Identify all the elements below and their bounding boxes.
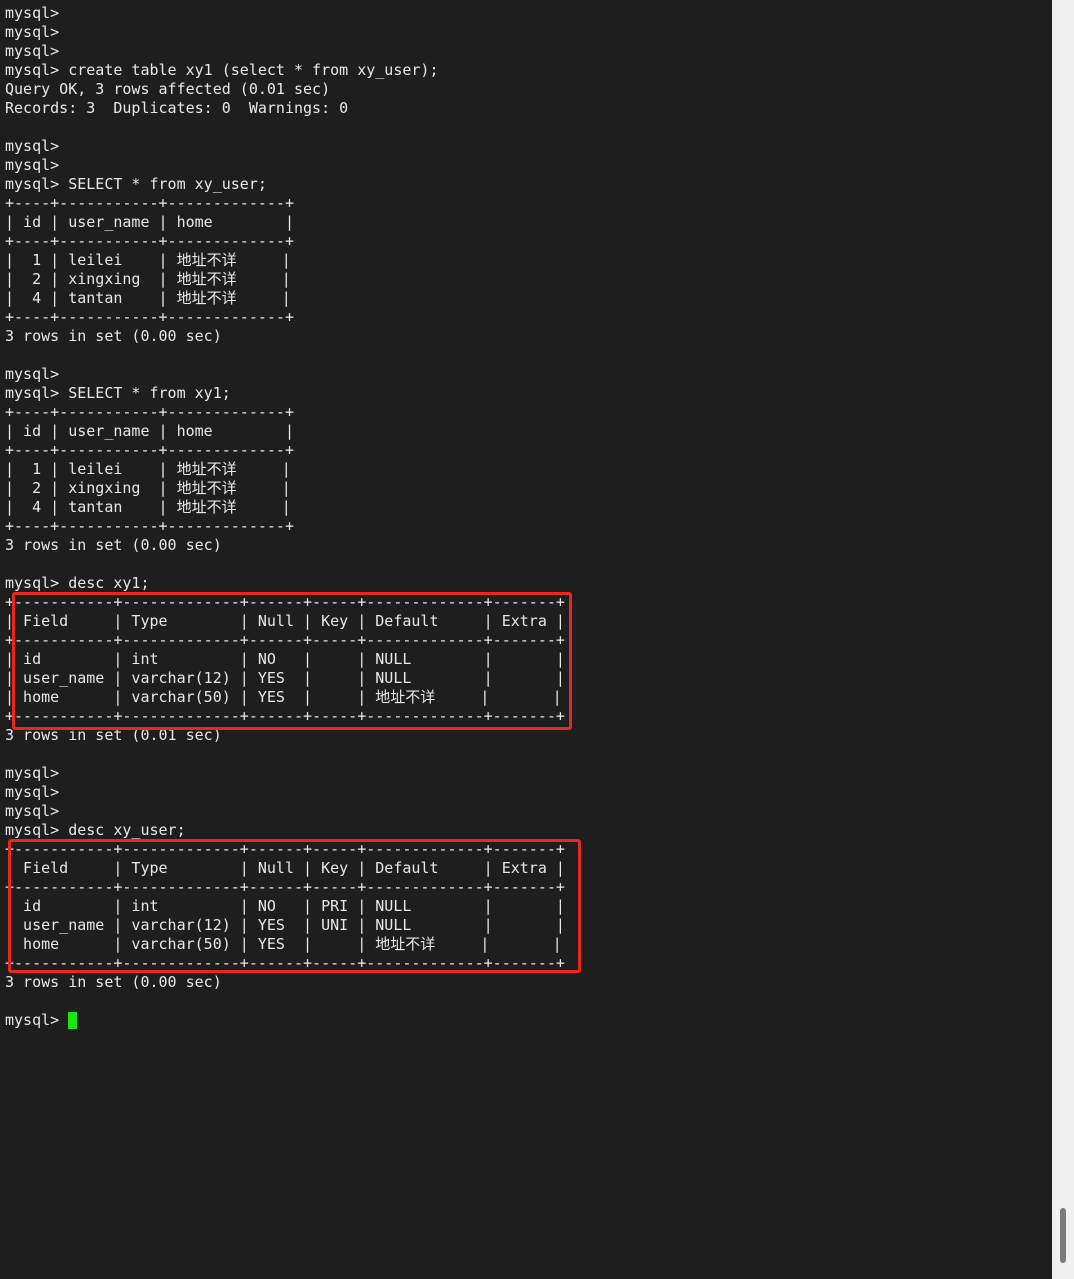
terminal-line: mysql> SELECT * from xy1; xyxy=(5,384,231,402)
scrollbar-thumb[interactable] xyxy=(1060,1208,1066,1263)
terminal-line: mysql> desc xy1; xyxy=(5,574,150,592)
terminal-line: | id | int | NO | | NULL | | xyxy=(5,650,565,668)
terminal-line: | Field | Type | Null | Key | Default | … xyxy=(5,859,565,877)
terminal-line: mysql> desc xy_user; xyxy=(5,821,186,839)
terminal-line: | home | varchar(50) | YES | | 地址不详 | | xyxy=(5,688,562,706)
terminal-line: mysql> SELECT * from xy_user; xyxy=(5,175,267,193)
terminal-line: 3 rows in set (0.00 sec) xyxy=(5,327,222,345)
terminal-line: Query OK, 3 rows affected (0.01 sec) xyxy=(5,80,331,98)
terminal-line: +----+-----------+-------------+ xyxy=(5,194,294,212)
terminal-output: mysql> mysql> mysql> mysql> create table xy… xyxy=(5,4,565,1030)
terminal-line: | 4 | tantan | 地址不详 | xyxy=(5,289,291,307)
terminal-line: | 2 | xingxing | 地址不详 | xyxy=(5,270,291,288)
terminal-line: mysql> xyxy=(5,365,60,383)
terminal-line: | 4 | tantan | 地址不详 | xyxy=(5,498,291,516)
terminal-window[interactable]: mysql> mysql> mysql> mysql> create table xy… xyxy=(0,0,1052,1279)
terminal-line: +----+-----------+-------------+ xyxy=(5,403,294,421)
vertical-scrollbar[interactable] xyxy=(1052,0,1074,1279)
terminal-line: | id | user_name | home | xyxy=(5,422,294,440)
terminal-line: +----+-----------+-------------+ xyxy=(5,517,294,535)
terminal-line: mysql> xyxy=(5,42,60,60)
terminal-line: | id | int | NO | PRI | NULL | | xyxy=(5,897,565,915)
terminal-line: mysql> xyxy=(5,783,60,801)
terminal-line: mysql> xyxy=(5,23,60,41)
terminal-line: 3 rows in set (0.00 sec) xyxy=(5,536,222,554)
terminal-line: | 2 | xingxing | 地址不详 | xyxy=(5,479,291,497)
terminal-line: +-----------+-------------+------+-----+… xyxy=(5,707,565,725)
terminal-line: mysql> xyxy=(5,764,60,782)
terminal-line: | Field | Type | Null | Key | Default | … xyxy=(5,612,565,630)
terminal-line: +----+-----------+-------------+ xyxy=(5,441,294,459)
terminal-line: | user_name | varchar(12) | YES | UNI | … xyxy=(5,916,565,934)
terminal-line: Records: 3 Duplicates: 0 Warnings: 0 xyxy=(5,99,349,117)
terminal-cursor xyxy=(68,1012,78,1029)
terminal-line: mysql> xyxy=(5,4,60,22)
terminal-line: mysql> xyxy=(5,802,60,820)
terminal-line: | user_name | varchar(12) | YES | | NULL… xyxy=(5,669,565,687)
terminal-line: +----+-----------+-------------+ xyxy=(5,232,294,250)
terminal-line: mysql> create table xy1 (select * from x… xyxy=(5,61,439,79)
terminal-line: 3 rows in set (0.00 sec) xyxy=(5,973,222,991)
terminal-line: 3 rows in set (0.01 sec) xyxy=(5,726,222,744)
terminal-line: mysql> xyxy=(5,1011,565,1030)
terminal-line: | 1 | leilei | 地址不详 | xyxy=(5,460,291,478)
terminal-line: +-----------+-------------+------+-----+… xyxy=(5,840,565,858)
terminal-line: | home | varchar(50) | YES | | 地址不详 | | xyxy=(5,935,562,953)
terminal-line: mysql> xyxy=(5,137,60,155)
terminal-line: +----+-----------+-------------+ xyxy=(5,308,294,326)
terminal-line: +-----------+-------------+------+-----+… xyxy=(5,878,565,896)
terminal-line: | 1 | leilei | 地址不详 | xyxy=(5,251,291,269)
terminal-line: mysql> xyxy=(5,156,60,174)
terminal-line: | id | user_name | home | xyxy=(5,213,294,231)
terminal-line: +-----------+-------------+------+-----+… xyxy=(5,631,565,649)
terminal-line: +-----------+-------------+------+-----+… xyxy=(5,593,565,611)
terminal-line: +-----------+-------------+------+-----+… xyxy=(5,954,565,972)
